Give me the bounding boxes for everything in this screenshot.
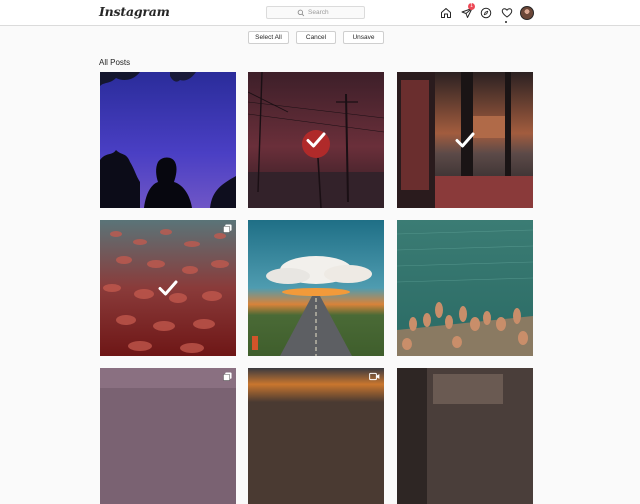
search-box[interactable]	[266, 6, 365, 19]
post-tile[interactable]	[248, 220, 384, 356]
post-tile[interactable]	[100, 72, 236, 208]
notification-badge: 1	[468, 3, 475, 10]
video-icon	[369, 372, 380, 381]
post-image-dim-room	[397, 368, 533, 504]
post-tile[interactable]	[397, 368, 533, 504]
unsave-button[interactable]: Unsave	[343, 31, 384, 44]
post-image-road-sunset	[248, 220, 384, 356]
compass-icon	[480, 7, 492, 19]
activity-indicator-dot	[505, 21, 507, 23]
heart-icon	[501, 8, 513, 18]
direct-messages-button[interactable]: 1	[460, 3, 475, 20]
search-icon	[297, 9, 305, 16]
activity-button[interactable]	[500, 6, 514, 23]
post-tile[interactable]	[100, 220, 236, 356]
profile-avatar[interactable]	[520, 6, 534, 20]
post-image-orange-horizon	[248, 368, 384, 504]
home-icon	[441, 8, 451, 18]
cancel-button[interactable]: Cancel	[296, 31, 336, 44]
post-image-night-silhouette	[100, 72, 236, 208]
instagram-logo[interactable]: Instagram	[99, 4, 170, 19]
top-nav-bar: Instagram 1	[0, 0, 640, 26]
post-tile[interactable]	[248, 368, 384, 504]
post-image-purple-sky	[100, 368, 236, 504]
post-tile[interactable]	[397, 72, 533, 208]
post-tile[interactable]	[248, 72, 384, 208]
post-tile[interactable]	[397, 220, 533, 356]
carousel-icon	[223, 224, 232, 233]
post-tile[interactable]	[100, 368, 236, 504]
carousel-icon	[223, 372, 232, 381]
selected-checkmark-icon	[455, 132, 475, 148]
search-input[interactable]	[308, 9, 334, 16]
post-image-sea-swimmers	[397, 220, 533, 356]
selected-checkmark-icon	[306, 132, 326, 148]
selected-checkmark-icon	[158, 280, 178, 296]
select-all-button[interactable]: Select All	[248, 31, 289, 44]
explore-button[interactable]	[479, 6, 493, 20]
home-button[interactable]	[439, 6, 453, 20]
section-title: All Posts	[99, 58, 131, 67]
